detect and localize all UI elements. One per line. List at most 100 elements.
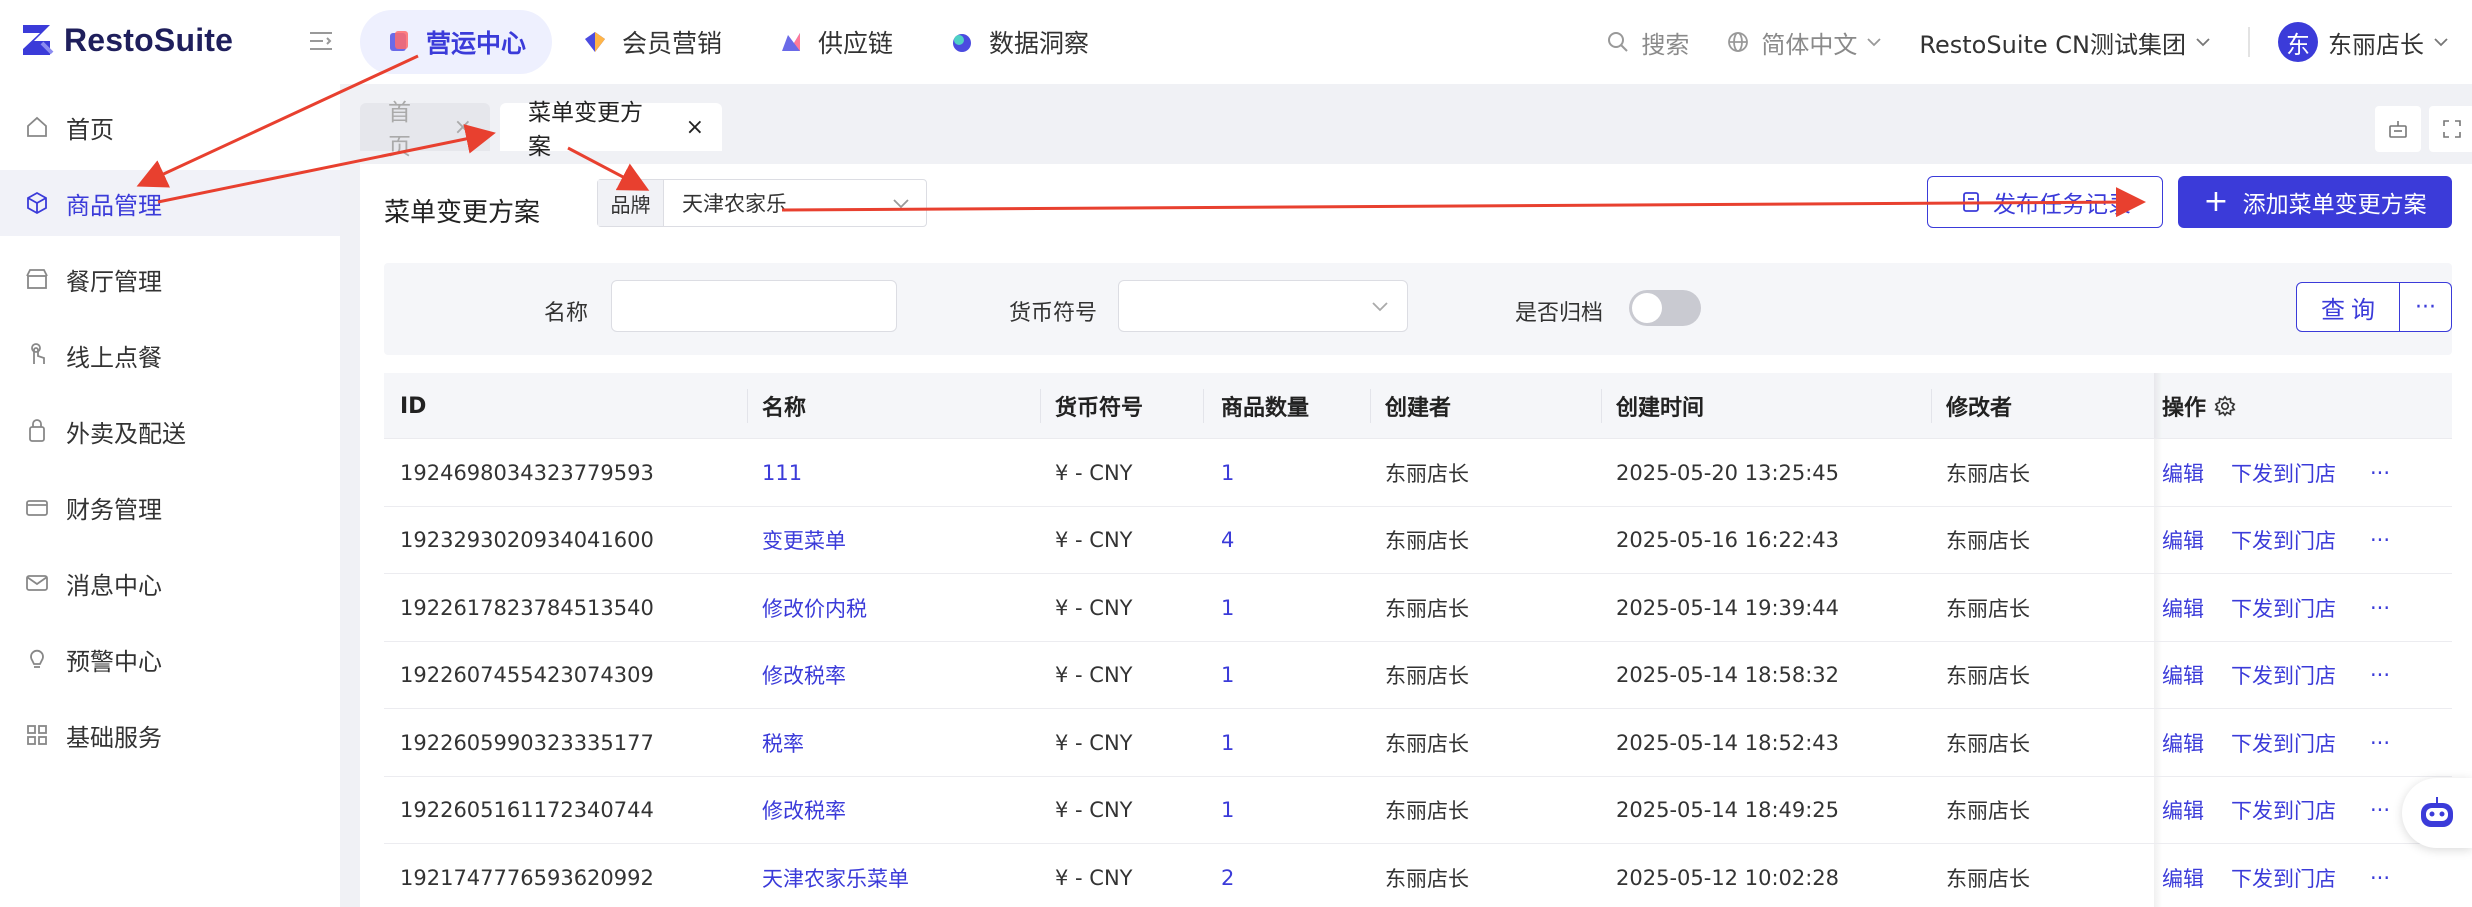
language-selector[interactable]: 简体中文 xyxy=(1725,25,1883,60)
sidebar-item-home[interactable]: 首页 xyxy=(0,94,340,160)
topnav-member-marketing[interactable]: 会员营销 xyxy=(556,10,748,74)
org-selector[interactable]: RestoSuite CN测试集团 xyxy=(1919,25,2212,60)
sidebar-item-online-ordering[interactable]: 线上点餐 xyxy=(0,322,340,388)
sidebar-item-messages[interactable]: 消息中心 xyxy=(0,550,340,616)
table-row: 1923293020934041600 变更菜单 ¥ - CNY 4 东丽店长 2025-… xyxy=(384,506,2452,574)
add-menu-change-plan-button[interactable]: + 添加菜单变更方案 xyxy=(2178,176,2452,228)
cell-currency: ¥ - CNY xyxy=(1055,595,1133,620)
publish-task-log-button[interactable]: 发布任务记录 xyxy=(1927,176,2163,228)
actions-header-label: 操作 xyxy=(2162,396,2207,421)
sidebar-item-basic-services[interactable]: 基础服务 xyxy=(0,702,340,768)
search-icon xyxy=(1608,32,1629,52)
close-icon[interactable]: × xyxy=(686,115,704,140)
cell-modifier: 东丽店长 xyxy=(1946,664,2030,688)
edit-link[interactable]: 编辑 xyxy=(2162,777,2204,844)
sidebar-item-product-management[interactable]: 商品管理 xyxy=(0,170,340,236)
operations-icon xyxy=(386,29,412,55)
column-header-currency: 货币符号 xyxy=(1055,396,1144,421)
cell-name[interactable]: 修改价内税 xyxy=(762,574,867,641)
more-filters-button[interactable]: ··· xyxy=(2400,282,2452,332)
app-name: RestoSuite xyxy=(64,21,234,58)
publish-to-store-link[interactable]: 下发到门店 xyxy=(2231,777,2336,844)
sidebar-item-finance[interactable]: 财务管理 xyxy=(0,474,340,540)
row-more-button[interactable]: ··· xyxy=(2370,642,2390,709)
sidebar-item-restaurant-management[interactable]: 餐厅管理 xyxy=(0,246,340,312)
table-body: 1924698034323779593 111 ¥ - CNY 1 东丽店长 2025-0… xyxy=(384,439,2452,907)
sticky-column-shadow xyxy=(2154,373,2162,438)
fullscreen-button[interactable] xyxy=(2429,106,2472,152)
gear-icon[interactable] xyxy=(2214,395,2236,417)
assistant-robot-button[interactable] xyxy=(2402,778,2472,848)
row-more-button[interactable]: ··· xyxy=(2370,777,2390,844)
cell-id: 1922605161172340744 xyxy=(400,798,654,822)
chevron-down-icon xyxy=(2196,38,2210,47)
brand-selector[interactable]: 品牌 天津农家乐 xyxy=(597,179,927,227)
cell-name[interactable]: 变更菜单 xyxy=(762,507,846,574)
cell-item-count[interactable]: 1 xyxy=(1221,777,1234,844)
cell-creator: 东丽店长 xyxy=(1385,596,1469,621)
close-icon[interactable]: × xyxy=(454,115,472,140)
sidebar-collapse-icon[interactable] xyxy=(306,26,336,56)
header-actions: 搜索 简体中文 RestoSuite CN测试集团 东 东丽店长 xyxy=(1605,0,2472,84)
row-more-button[interactable]: ··· xyxy=(2370,844,2390,907)
query-button[interactable]: 查询 xyxy=(2296,282,2400,332)
menu-change-plan-table: ID 名称 货币符号 商品数量 创建者 创建时间 修改者 操作 19246980… xyxy=(384,373,2452,907)
user-menu[interactable]: 东 东丽店长 xyxy=(2278,22,2450,62)
topnav-supply-chain[interactable]: 供应链 xyxy=(752,10,919,74)
hand-tap-icon xyxy=(31,343,45,364)
publish-to-store-link[interactable]: 下发到门店 xyxy=(2231,642,2336,709)
edit-link[interactable]: 编辑 xyxy=(2162,642,2204,709)
publish-to-store-link[interactable]: 下发到门店 xyxy=(2231,439,2336,506)
currency-filter-select[interactable] xyxy=(1118,280,1408,332)
sidebar-item-delivery[interactable]: 外卖及配送 xyxy=(0,398,340,464)
edit-link[interactable]: 编辑 xyxy=(2162,844,2204,907)
cell-created-time: 2025-05-20 13:25:45 xyxy=(1616,460,1840,485)
publish-to-store-link[interactable]: 下发到门店 xyxy=(2231,844,2336,907)
edit-link[interactable]: 编辑 xyxy=(2162,709,2204,776)
edit-link[interactable]: 编辑 xyxy=(2162,574,2204,641)
publish-to-store-link[interactable]: 下发到门店 xyxy=(2231,507,2336,574)
row-more-button[interactable]: ··· xyxy=(2370,439,2390,506)
cell-name[interactable]: 天津农家乐菜单 xyxy=(762,844,909,907)
cell-creator: 东丽店长 xyxy=(1385,529,1469,553)
cell-name[interactable]: 税率 xyxy=(762,709,804,776)
publish-to-store-link[interactable]: 下发到门店 xyxy=(2231,574,2336,641)
row-more-button[interactable]: ··· xyxy=(2370,574,2390,641)
tab-home[interactable]: 首页 × xyxy=(360,100,490,160)
sidebar-item-label: 线上点餐 xyxy=(66,343,162,372)
topnav-data-insight[interactable]: 数据洞察 xyxy=(923,10,1115,74)
search-button[interactable]: 搜索 xyxy=(1605,25,1689,60)
cell-name[interactable]: 修改税率 xyxy=(762,642,846,709)
sticky-column-shadow xyxy=(2154,506,2162,573)
column-header-id: ID xyxy=(400,393,427,419)
name-filter-label: 名称 xyxy=(544,301,589,326)
archived-toggle[interactable] xyxy=(1629,290,1701,326)
cell-item-count[interactable]: 1 xyxy=(1221,642,1234,709)
cell-created-time: 2025-05-16 16:22:43 xyxy=(1616,528,1840,552)
row-more-button[interactable]: ··· xyxy=(2370,507,2390,574)
cell-name[interactable]: 修改税率 xyxy=(762,777,846,844)
cell-name[interactable]: 111 xyxy=(762,439,802,506)
cell-item-count[interactable]: 2 xyxy=(1221,844,1234,907)
name-filter-input[interactable] xyxy=(611,280,897,332)
cell-created-time: 2025-05-12 10:02:28 xyxy=(1616,865,1840,890)
button-label: 添加菜单变更方案 xyxy=(2242,192,2427,218)
cell-item-count[interactable]: 1 xyxy=(1221,574,1234,641)
edit-link[interactable]: 编辑 xyxy=(2162,439,2204,506)
table-header: ID 名称 货币符号 商品数量 创建者 创建时间 修改者 操作 xyxy=(384,373,2452,439)
tab-tool-button[interactable] xyxy=(2375,106,2421,152)
chevron-down-icon xyxy=(2434,38,2448,47)
tab-menu-change-plan[interactable]: 菜单变更方案 × xyxy=(500,100,722,160)
topnav-operations[interactable]: 营运中心 xyxy=(360,10,553,74)
app-logo[interactable]: RestoSuite xyxy=(20,18,233,62)
cell-item-count[interactable]: 1 xyxy=(1221,439,1234,506)
publish-to-store-link[interactable]: 下发到门店 xyxy=(2231,709,2336,776)
edit-link[interactable]: 编辑 xyxy=(2162,507,2204,574)
org-label: RestoSuite CN测试集团 xyxy=(1919,30,2186,59)
sidebar-item-alerts[interactable]: 预警中心 xyxy=(0,626,340,692)
sticky-column-shadow xyxy=(2154,439,2162,506)
chevron-down-icon xyxy=(1372,302,1388,312)
row-more-button[interactable]: ··· xyxy=(2370,709,2390,776)
cell-item-count[interactable]: 1 xyxy=(1221,709,1234,776)
cell-item-count[interactable]: 4 xyxy=(1221,507,1234,574)
